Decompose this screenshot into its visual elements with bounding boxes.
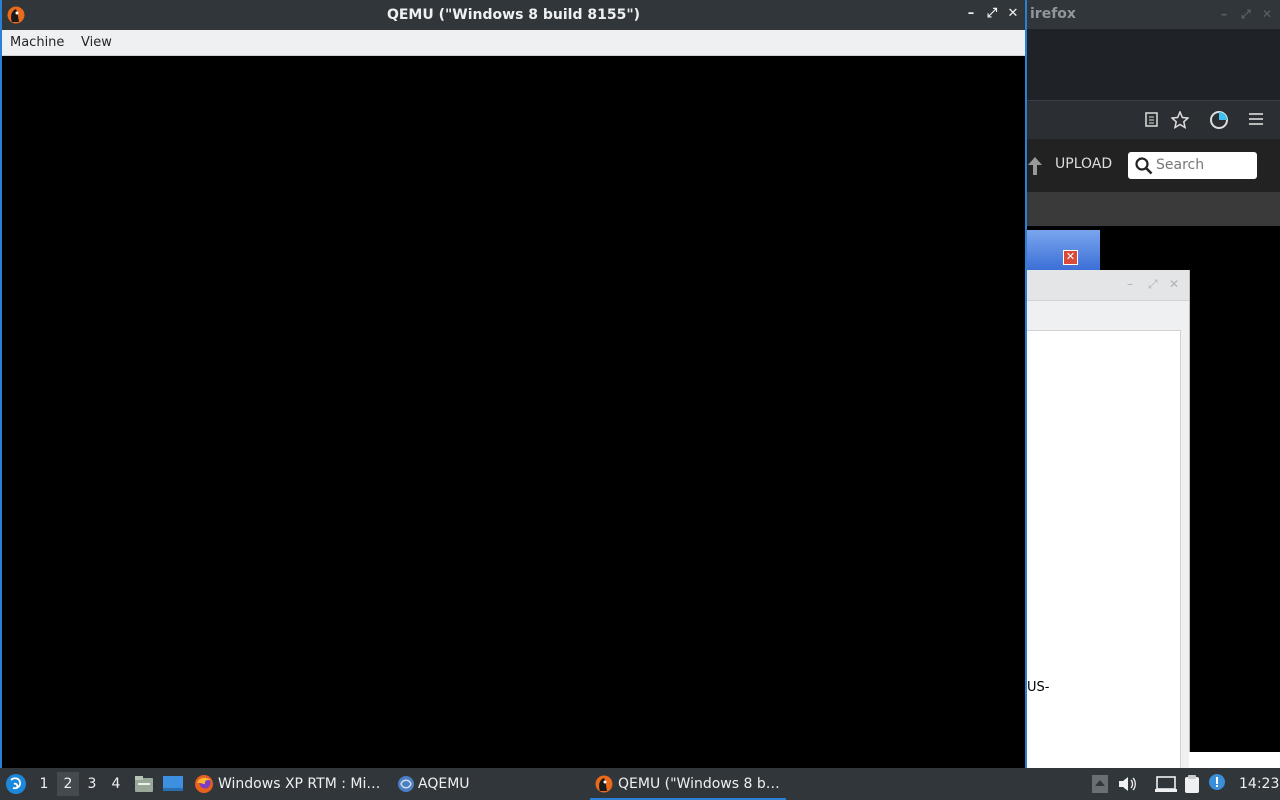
task-label: AQEMU: [418, 776, 470, 792]
volume-icon[interactable]: [1118, 776, 1138, 792]
aqemu-icon: [398, 776, 414, 792]
network-icon[interactable]: [1155, 776, 1177, 792]
maximize-icon[interactable]: ⤢: [985, 7, 999, 21]
qemu-menubar: Machine View: [2, 30, 1025, 56]
clock[interactable]: 14:23: [1239, 768, 1279, 800]
close-icon[interactable]: ✕: [1063, 250, 1078, 265]
vm-display[interactable]: [2, 56, 1025, 768]
search-icon: [1135, 157, 1153, 175]
file-manager-icon[interactable]: [134, 775, 154, 793]
firefox-title-fragment: irefox: [1030, 6, 1076, 22]
aqemu-window-background[interactable]: – ⤢ ✕ US-: [1027, 270, 1190, 769]
qemu-window[interactable]: QEMU ("Windows 8 build 8155") – ⤢ ✕ Mach…: [0, 0, 1027, 768]
close-icon[interactable]: ✕: [1169, 277, 1179, 291]
maximize-icon[interactable]: ⤢: [1241, 0, 1251, 29]
close-icon[interactable]: ✕: [1262, 0, 1272, 29]
task-qemu[interactable]: QEMU ("Windows 8 b…: [590, 768, 786, 800]
aqemu-titlebar[interactable]: – ⤢ ✕: [1027, 270, 1189, 301]
website-header: UPLOAD Search: [1027, 139, 1280, 192]
firefox-tab-strip: [1027, 29, 1280, 100]
window-title: QEMU ("Windows 8 build 8155"): [386, 7, 641, 23]
aqemu-text-fragment: US-: [1027, 680, 1050, 695]
close-icon[interactable]: ✕: [1006, 7, 1020, 21]
update-notifier-icon[interactable]: [1208, 773, 1226, 791]
desktop-3[interactable]: 3: [81, 768, 103, 800]
firefox-icon: [195, 775, 213, 793]
search-box[interactable]: Search: [1128, 152, 1257, 179]
task-label: QEMU ("Windows 8 b…: [618, 776, 780, 792]
windows-xp-screenshot-thumbnail[interactable]: ✕: [1027, 230, 1100, 270]
desktop-1[interactable]: 1: [33, 768, 55, 800]
reader-mode-icon[interactable]: [1145, 112, 1159, 128]
minimize-icon[interactable]: –: [1221, 0, 1227, 29]
tray-expander-icon[interactable]: [1092, 775, 1108, 793]
show-desktop-icon[interactable]: [162, 775, 184, 793]
firefox-window-background: irefox – ⤢ ✕ UPLOAD Search ✕ – ⤢ ✕ US-: [1027, 0, 1280, 769]
maximize-icon[interactable]: ⤢: [1148, 277, 1158, 292]
application-menu-icon[interactable]: [5, 773, 27, 795]
qemu-titlebar[interactable]: QEMU ("Windows 8 build 8155") – ⤢ ✕: [2, 0, 1025, 30]
firefox-navbar: [1027, 100, 1280, 139]
website-subnav: [1027, 192, 1280, 226]
task-label: Windows XP RTM : Mi…: [218, 776, 381, 792]
sync-icon[interactable]: [1209, 110, 1229, 130]
bookmark-star-icon[interactable]: [1171, 111, 1189, 129]
aqemu-content-panel: [1027, 330, 1181, 769]
firefox-titlebar[interactable]: irefox – ⤢ ✕: [1027, 0, 1280, 29]
desktop-2[interactable]: 2: [57, 772, 79, 796]
hamburger-menu-icon[interactable]: [1249, 113, 1263, 125]
upload-link[interactable]: UPLOAD: [1055, 156, 1112, 172]
qemu-icon: [595, 775, 613, 793]
search-placeholder: Search: [1156, 157, 1205, 173]
minimize-icon[interactable]: –: [964, 7, 978, 21]
clipboard-icon[interactable]: [1182, 774, 1202, 794]
minimize-icon[interactable]: –: [1127, 277, 1133, 291]
desktop-4[interactable]: 4: [105, 768, 127, 800]
menu-machine[interactable]: Machine: [10, 30, 64, 55]
white-area: [1189, 752, 1280, 768]
upload-icon[interactable]: [1027, 156, 1043, 176]
menu-view[interactable]: View: [81, 30, 112, 55]
taskbar: 1 2 3 4 Windows XP RTM : Mi… AQEMU QEMU …: [0, 768, 1280, 800]
